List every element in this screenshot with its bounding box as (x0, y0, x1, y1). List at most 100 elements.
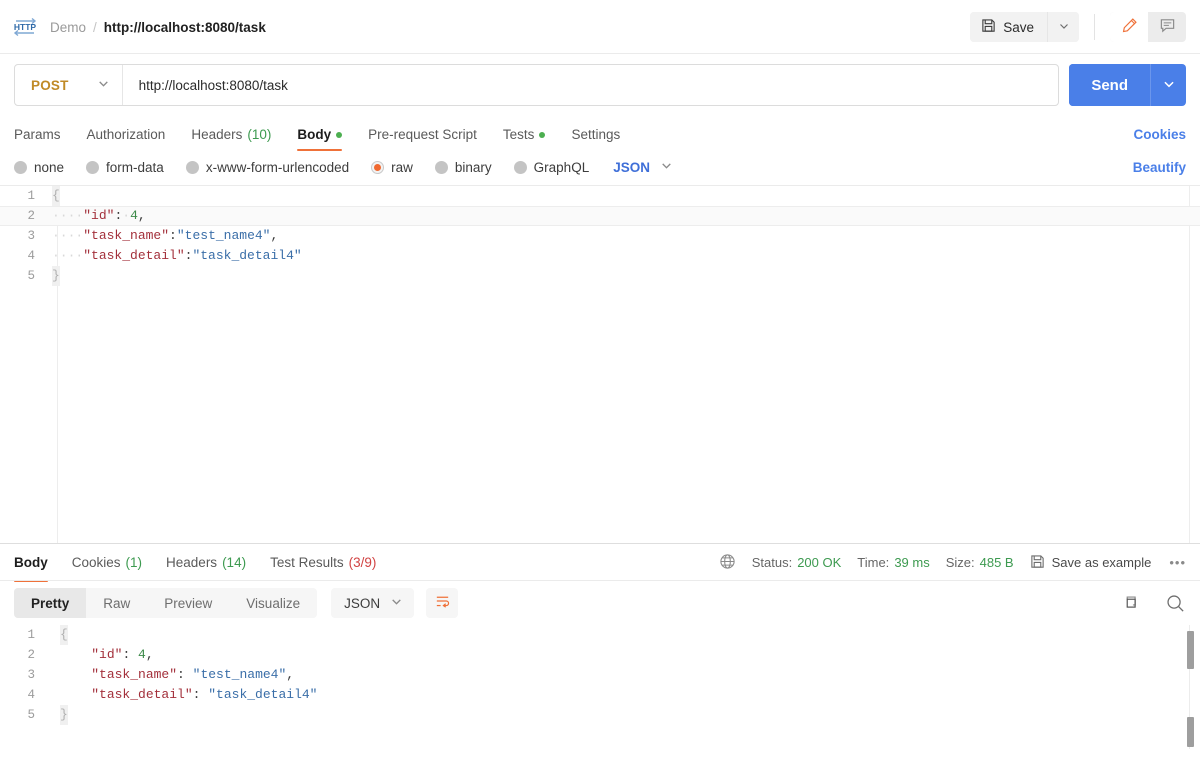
line-number: 1 (27, 189, 35, 203)
code-line[interactable]: 2 ····"id":·4, (0, 206, 1200, 226)
body-type-raw[interactable]: raw (371, 160, 413, 175)
tab-headers[interactable]: Headers (10) (191, 127, 271, 151)
response-view-visualize[interactable]: Visualize (229, 588, 317, 618)
body-type-none[interactable]: none (14, 160, 64, 175)
response-tab-test-results[interactable]: Test Results (3/9) (270, 544, 376, 582)
tab-settings[interactable]: Settings (571, 127, 620, 151)
body-type-urlencoded[interactable]: x-www-form-urlencoded (185, 160, 349, 175)
response-tab-body-label: Body (14, 555, 48, 570)
top-bar-actions: Save (970, 12, 1186, 42)
save-options-dropdown[interactable] (1047, 12, 1079, 42)
size-label: Size: (945, 555, 975, 570)
body-type-graphql[interactable]: GraphQL (513, 160, 589, 175)
copy-icon[interactable] (1122, 594, 1141, 613)
top-bar: HTTP Demo / http://localhost:8080/task S… (0, 0, 1200, 54)
http-method-select[interactable]: POST (15, 65, 123, 105)
word-wrap-icon (434, 593, 451, 613)
code-token-punct: : (192, 687, 209, 702)
comments-button[interactable] (1148, 12, 1186, 42)
code-token-punct: , (145, 647, 154, 662)
code-line[interactable]: 5} (0, 266, 1200, 286)
response-view-raw[interactable]: Raw (86, 588, 147, 618)
save-as-example-button[interactable]: Save as example (1030, 554, 1151, 572)
response-code-lines[interactable]: 1{2 "id": 4, 3 "task_name": "test_name4",… (0, 625, 1200, 725)
tab-tests-label: Tests (502, 127, 535, 142)
code-text: "id": 4, (46, 645, 154, 665)
code-line[interactable]: 3 ····"task_name":"test_name4", (0, 226, 1200, 246)
save-button[interactable]: Save (970, 12, 1047, 42)
response-view-preview[interactable]: Preview (147, 588, 229, 618)
url-box: POST (14, 64, 1060, 106)
cookies-link[interactable]: Cookies (1133, 127, 1186, 151)
code-line[interactable]: 2 "id": 4, (0, 645, 1200, 665)
code-line[interactable]: 1{ (0, 625, 1200, 645)
response-body-viewer[interactable]: 1{2 "id": 4, 3 "task_name": "test_name4",… (0, 625, 1200, 749)
code-token-ind: ···· (52, 228, 84, 243)
code-line[interactable]: 4 ····"task_detail":"task_detail4" (0, 246, 1200, 266)
breadcrumb-collection[interactable]: Demo (50, 20, 86, 35)
code-text: ····"id":·4, (46, 206, 146, 226)
status-meta: Status: 200 OK (752, 555, 842, 570)
send-button[interactable]: Send (1069, 64, 1150, 106)
comment-icon (1159, 17, 1176, 37)
code-text: { (46, 625, 68, 645)
beautify-button[interactable]: Beautify (1133, 160, 1186, 175)
floppy-disk-icon (981, 18, 996, 36)
tab-pre-request-script-label: Pre-request Script (368, 127, 477, 142)
response-tab-headers[interactable]: Headers (14) (166, 544, 246, 582)
status-label: Status: (751, 555, 793, 570)
line-number: 5 (27, 708, 35, 722)
code-token-punct: , (270, 228, 279, 243)
code-line[interactable]: 1{ (0, 186, 1200, 206)
ellipsis-icon[interactable]: ••• (1167, 555, 1186, 570)
code-token-key: "task_detail" (83, 248, 185, 263)
code-token-str: "test_name4" (176, 228, 271, 243)
code-token-num: 4 (138, 647, 146, 662)
send-options-dropdown[interactable] (1150, 64, 1186, 106)
response-view-pretty[interactable]: Pretty (14, 588, 87, 618)
body-type-binary[interactable]: binary (434, 159, 492, 175)
request-code-lines[interactable]: 1{2 ····"id":·4, 3 ····"task_name":"test_na… (0, 186, 1200, 286)
response-tab-test-results-count: (3/9) (348, 555, 377, 570)
radio-icon (14, 160, 27, 174)
code-text: } (46, 705, 68, 725)
code-line[interactable]: 5} (0, 705, 1200, 725)
word-wrap-toggle[interactable] (426, 588, 459, 618)
tab-params[interactable]: Params (14, 127, 61, 151)
body-type-form-data[interactable]: form-data (86, 160, 164, 175)
code-line[interactable]: 3 "task_name": "test_name4", (0, 665, 1200, 685)
tab-authorization[interactable]: Authorization (87, 127, 166, 151)
edit-request-button[interactable] (1110, 12, 1148, 42)
body-format-select[interactable]: JSON (613, 159, 673, 175)
code-token-punct: : (122, 647, 139, 662)
response-tab-body[interactable]: Body (14, 544, 48, 582)
response-tab-cookies-label: Cookies (71, 555, 121, 570)
globe-icon[interactable] (719, 553, 736, 573)
code-text: ····"task_name":"test_name4", (46, 226, 278, 246)
tab-body-label: Body (297, 127, 332, 142)
tab-params-label: Params (14, 127, 61, 142)
search-icon[interactable] (1165, 593, 1186, 614)
response-format-select[interactable]: JSON (331, 588, 415, 618)
body-type-binary-label: binary (454, 159, 492, 175)
view-toggle-group (1110, 12, 1186, 42)
radio-selected-icon (371, 160, 385, 174)
response-tab-cookies-count: (1) (125, 555, 143, 570)
response-tab-cookies[interactable]: Cookies (1) (72, 544, 142, 582)
breadcrumb-request-title[interactable]: http://localhost:8080/task (104, 20, 266, 35)
code-line[interactable]: 4 "task_detail": "task_detail4" (0, 685, 1200, 705)
tab-tests[interactable]: Tests (503, 127, 546, 151)
http-method-label: POST (31, 77, 69, 93)
tab-authorization-label: Authorization (86, 127, 166, 142)
time-label: Time: (857, 555, 890, 570)
url-input[interactable] (122, 65, 1059, 105)
code-token-punct: , (286, 667, 295, 682)
tab-body[interactable]: Body (297, 127, 343, 151)
line-number: 4 (27, 249, 35, 263)
time-value: 39 ms (894, 555, 930, 570)
code-text: } (46, 266, 60, 286)
tab-pre-request-script[interactable]: Pre-request Script (368, 127, 477, 151)
request-body-editor[interactable]: 1{2 ····"id":·4, 3 ····"task_name":"test_na… (0, 185, 1200, 543)
body-type-form-data-label: form-data (106, 159, 164, 175)
